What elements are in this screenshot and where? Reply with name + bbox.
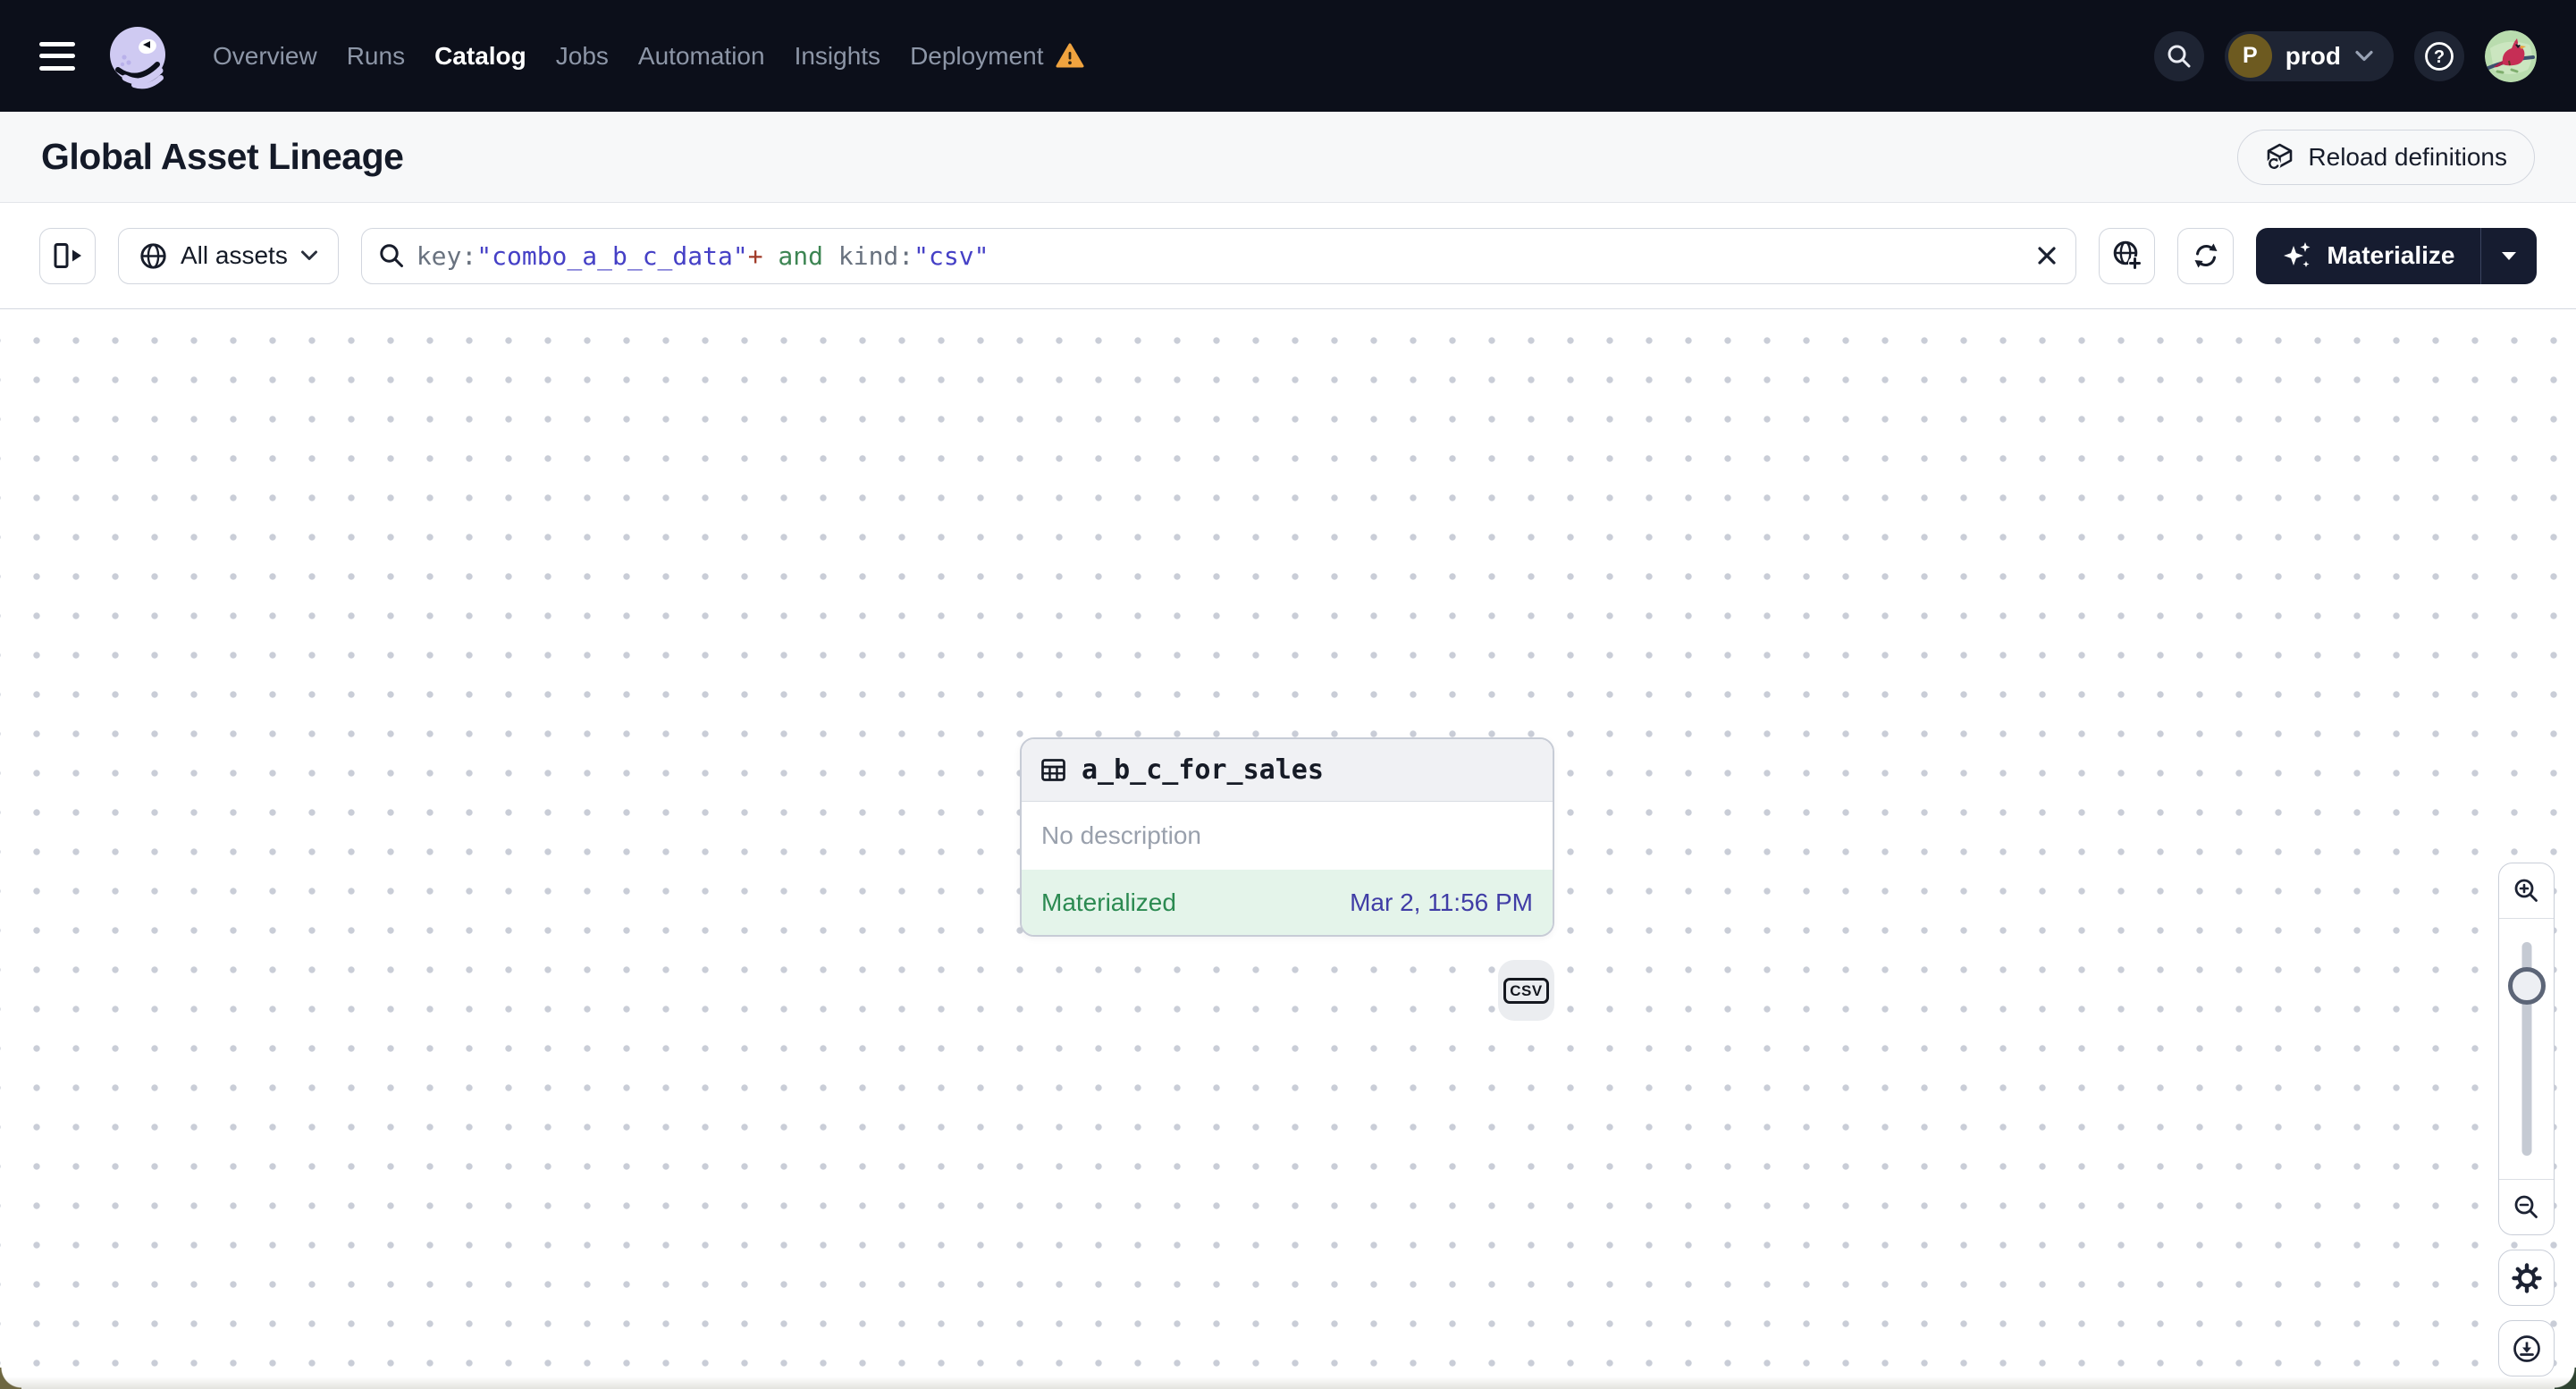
graph-settings-button[interactable] [2498,1250,2555,1306]
refresh-button[interactable] [2177,227,2235,284]
top-nav: Overview Runs Catalog Jobs Automation Insight… [0,0,2576,112]
asset-search-query: key:"combo_a_b_c_data"+ and kind:"csv" [417,241,2015,271]
asset-status-row: Materialized Mar 2, 11:56 PM [1022,870,1553,935]
zoom-controls [2498,863,2555,1235]
query-token: : [898,240,914,271]
clear-search-button[interactable] [2025,234,2068,277]
refresh-icon [2194,243,2218,268]
materialize-label: Materialize [2327,241,2455,269]
reload-definitions-button[interactable]: Reload definitions [2237,129,2535,185]
chevron-down-icon [2355,50,2373,62]
globe-icon [140,242,166,269]
user-avatar[interactable] [2485,29,2537,82]
bottom-edge-shade [0,1376,2576,1389]
kind-tag-csv[interactable]: CSV [1498,960,1554,1021]
query-token: : [461,240,477,271]
window-corner-right [2555,1368,2576,1389]
help-icon: ? [2425,41,2454,71]
close-icon [2038,247,2056,265]
nav-item-label: Automation [637,41,765,70]
query-token: and [762,240,838,271]
sparkle-icon [2284,242,2311,267]
deployment-switcher[interactable]: P prod [2224,30,2394,81]
csv-icon: CSV [1503,977,1549,1004]
materialization-timestamp[interactable]: Mar 2, 11:56 PM [1350,888,1533,917]
asset-node[interactable]: a_b_c_for_sales No description Materiali… [1020,737,1554,937]
reload-definitions-label: Reload definitions [2308,142,2507,171]
asset-scope-label: All assets [181,241,288,269]
asset-node-header: a_b_c_for_sales [1022,739,1553,802]
search-icon [380,244,403,267]
asset-scope-dropdown[interactable]: All assets [118,227,339,284]
deployment-initial: P [2227,34,2272,78]
help-button[interactable]: ? [2414,30,2464,81]
nav-items: Overview Runs Catalog Jobs Automation Insight… [213,42,1084,71]
gear-icon [2511,1262,2542,1293]
reload-definitions-icon [2267,143,2293,172]
caret-down-icon [2502,252,2516,260]
asset-description: No description [1022,802,1553,870]
nav-item-deployment[interactable]: Deployment [910,42,1084,71]
globe-plus-icon [2113,240,2142,270]
asset-name: a_b_c_for_sales [1082,754,1324,786]
nav-item-catalog[interactable]: Catalog [434,42,526,71]
nav-right-cluster: P prod ? [2153,29,2537,82]
materialize-split-button: Materialize [2256,227,2537,284]
nav-item-jobs[interactable]: Jobs [556,42,609,71]
lineage-canvas[interactable]: a_b_c_for_sales No description Materiali… [0,310,2576,1389]
download-icon [2513,1334,2540,1362]
deployment-name: prod [2285,41,2341,70]
zoom-out-icon [2514,1195,2538,1218]
nav-item-label: Jobs [555,41,609,70]
globe-add-selection-button[interactable] [2099,227,2156,284]
window-corner-left [0,1368,21,1389]
query-token: "combo_a_b_c_data" [476,240,748,271]
nav-item-label: Overview [213,41,317,70]
nav-item-runs[interactable]: Runs [347,42,405,71]
table-icon [1041,759,1065,781]
download-image-button[interactable] [2498,1320,2555,1376]
materialize-options-button[interactable] [2481,228,2537,284]
nav-item-label: Catalog [434,41,526,70]
search-icon [2168,45,2191,67]
page-header: Global Asset Lineage Reload definitions [0,112,2576,203]
query-token: key [416,240,462,271]
query-token: kind [838,240,899,271]
query-token: "csv" [913,240,989,271]
dagster-logo-icon[interactable] [104,21,173,91]
svg-text:?: ? [2434,47,2445,67]
chevron-down-icon [300,250,317,260]
status-badge: Materialized [1041,888,1176,916]
page-title: Global Asset Lineage [41,136,404,177]
warning-icon [1056,43,1084,68]
query-token: + [747,240,763,271]
zoom-in-icon [2514,879,2538,902]
lineage-toolbar: All assets key:"combo_a_b_c_data"+ and k… [0,203,2576,309]
materialize-button[interactable]: Materialize [2256,228,2479,284]
nav-item-label: Deployment [910,41,1044,70]
nav-item-label: Insights [794,41,881,70]
nav-item-label: Runs [346,41,406,70]
zoom-slider[interactable] [2499,919,2554,1179]
open-side-panel-button[interactable] [39,227,96,284]
menu-icon[interactable] [39,41,75,71]
zoom-in-button[interactable] [2499,863,2554,919]
zoom-out-button[interactable] [2499,1179,2554,1234]
app-window: Overview Runs Catalog Jobs Automation Insight… [0,0,2576,1389]
search-button[interactable] [2153,30,2204,81]
asset-search-input[interactable]: key:"combo_a_b_c_data"+ and kind:"csv" [360,227,2077,284]
zoom-slider-thumb[interactable] [2507,967,2546,1005]
nav-item-overview[interactable]: Overview [213,42,317,71]
nav-item-insights[interactable]: Insights [795,42,881,71]
panel-expand-icon [54,243,81,268]
nav-item-automation[interactable]: Automation [638,42,765,71]
